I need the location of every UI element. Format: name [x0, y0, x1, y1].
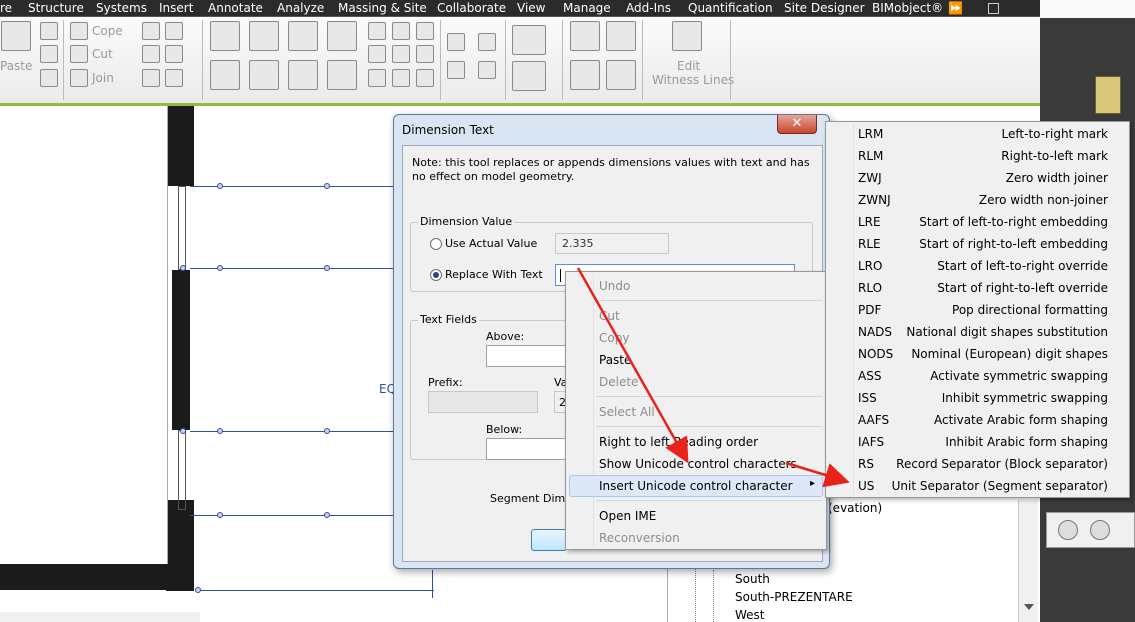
red-arrow [785, 461, 850, 488]
red-arrow [576, 267, 689, 464]
annotation-arrows [576, 267, 850, 488]
